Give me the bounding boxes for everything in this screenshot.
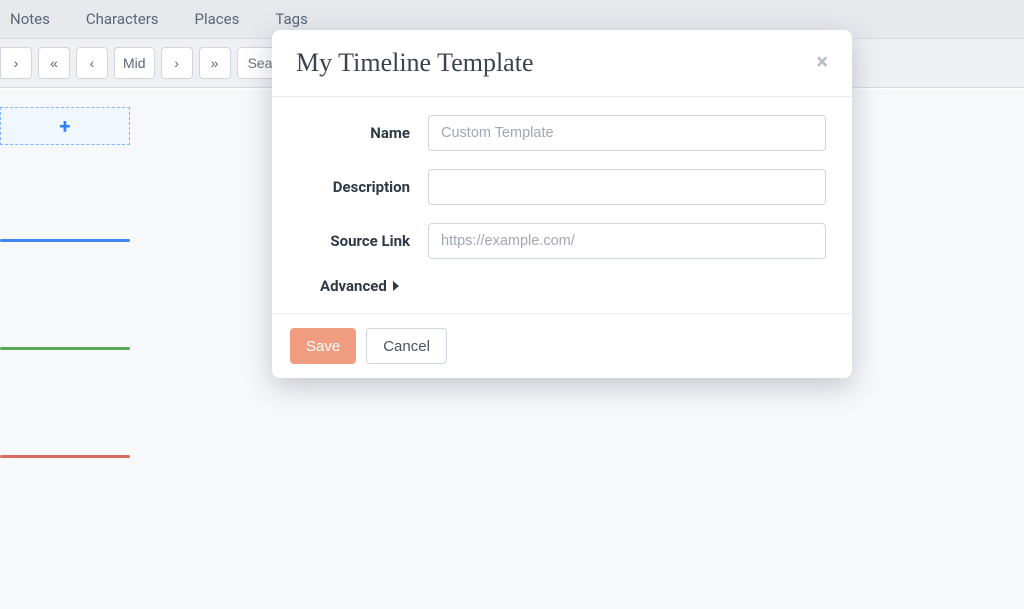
modal-body: Name Description Source Link Advanced [272, 97, 852, 313]
label-description: Description [298, 178, 428, 196]
form-row-name: Name [298, 115, 826, 151]
timeline-template-modal: My Timeline Template × Name Description … [272, 30, 852, 378]
save-button[interactable]: Save [290, 328, 356, 364]
modal-title: My Timeline Template [296, 48, 533, 78]
label-source: Source Link [298, 232, 428, 250]
modal-backdrop: My Timeline Template × Name Description … [0, 0, 1024, 603]
form-row-source: Source Link [298, 223, 826, 259]
source-link-input[interactable] [428, 223, 826, 259]
close-icon[interactable]: × [816, 52, 828, 74]
advanced-label: Advanced [320, 277, 387, 295]
caret-right-icon [393, 281, 399, 291]
modal-footer: Save Cancel [272, 313, 852, 378]
advanced-toggle[interactable]: Advanced [320, 277, 826, 295]
name-input[interactable] [428, 115, 826, 151]
description-input[interactable] [428, 169, 826, 205]
form-row-description: Description [298, 169, 826, 205]
label-name: Name [298, 124, 428, 142]
modal-header: My Timeline Template × [272, 30, 852, 97]
cancel-button[interactable]: Cancel [366, 328, 447, 364]
